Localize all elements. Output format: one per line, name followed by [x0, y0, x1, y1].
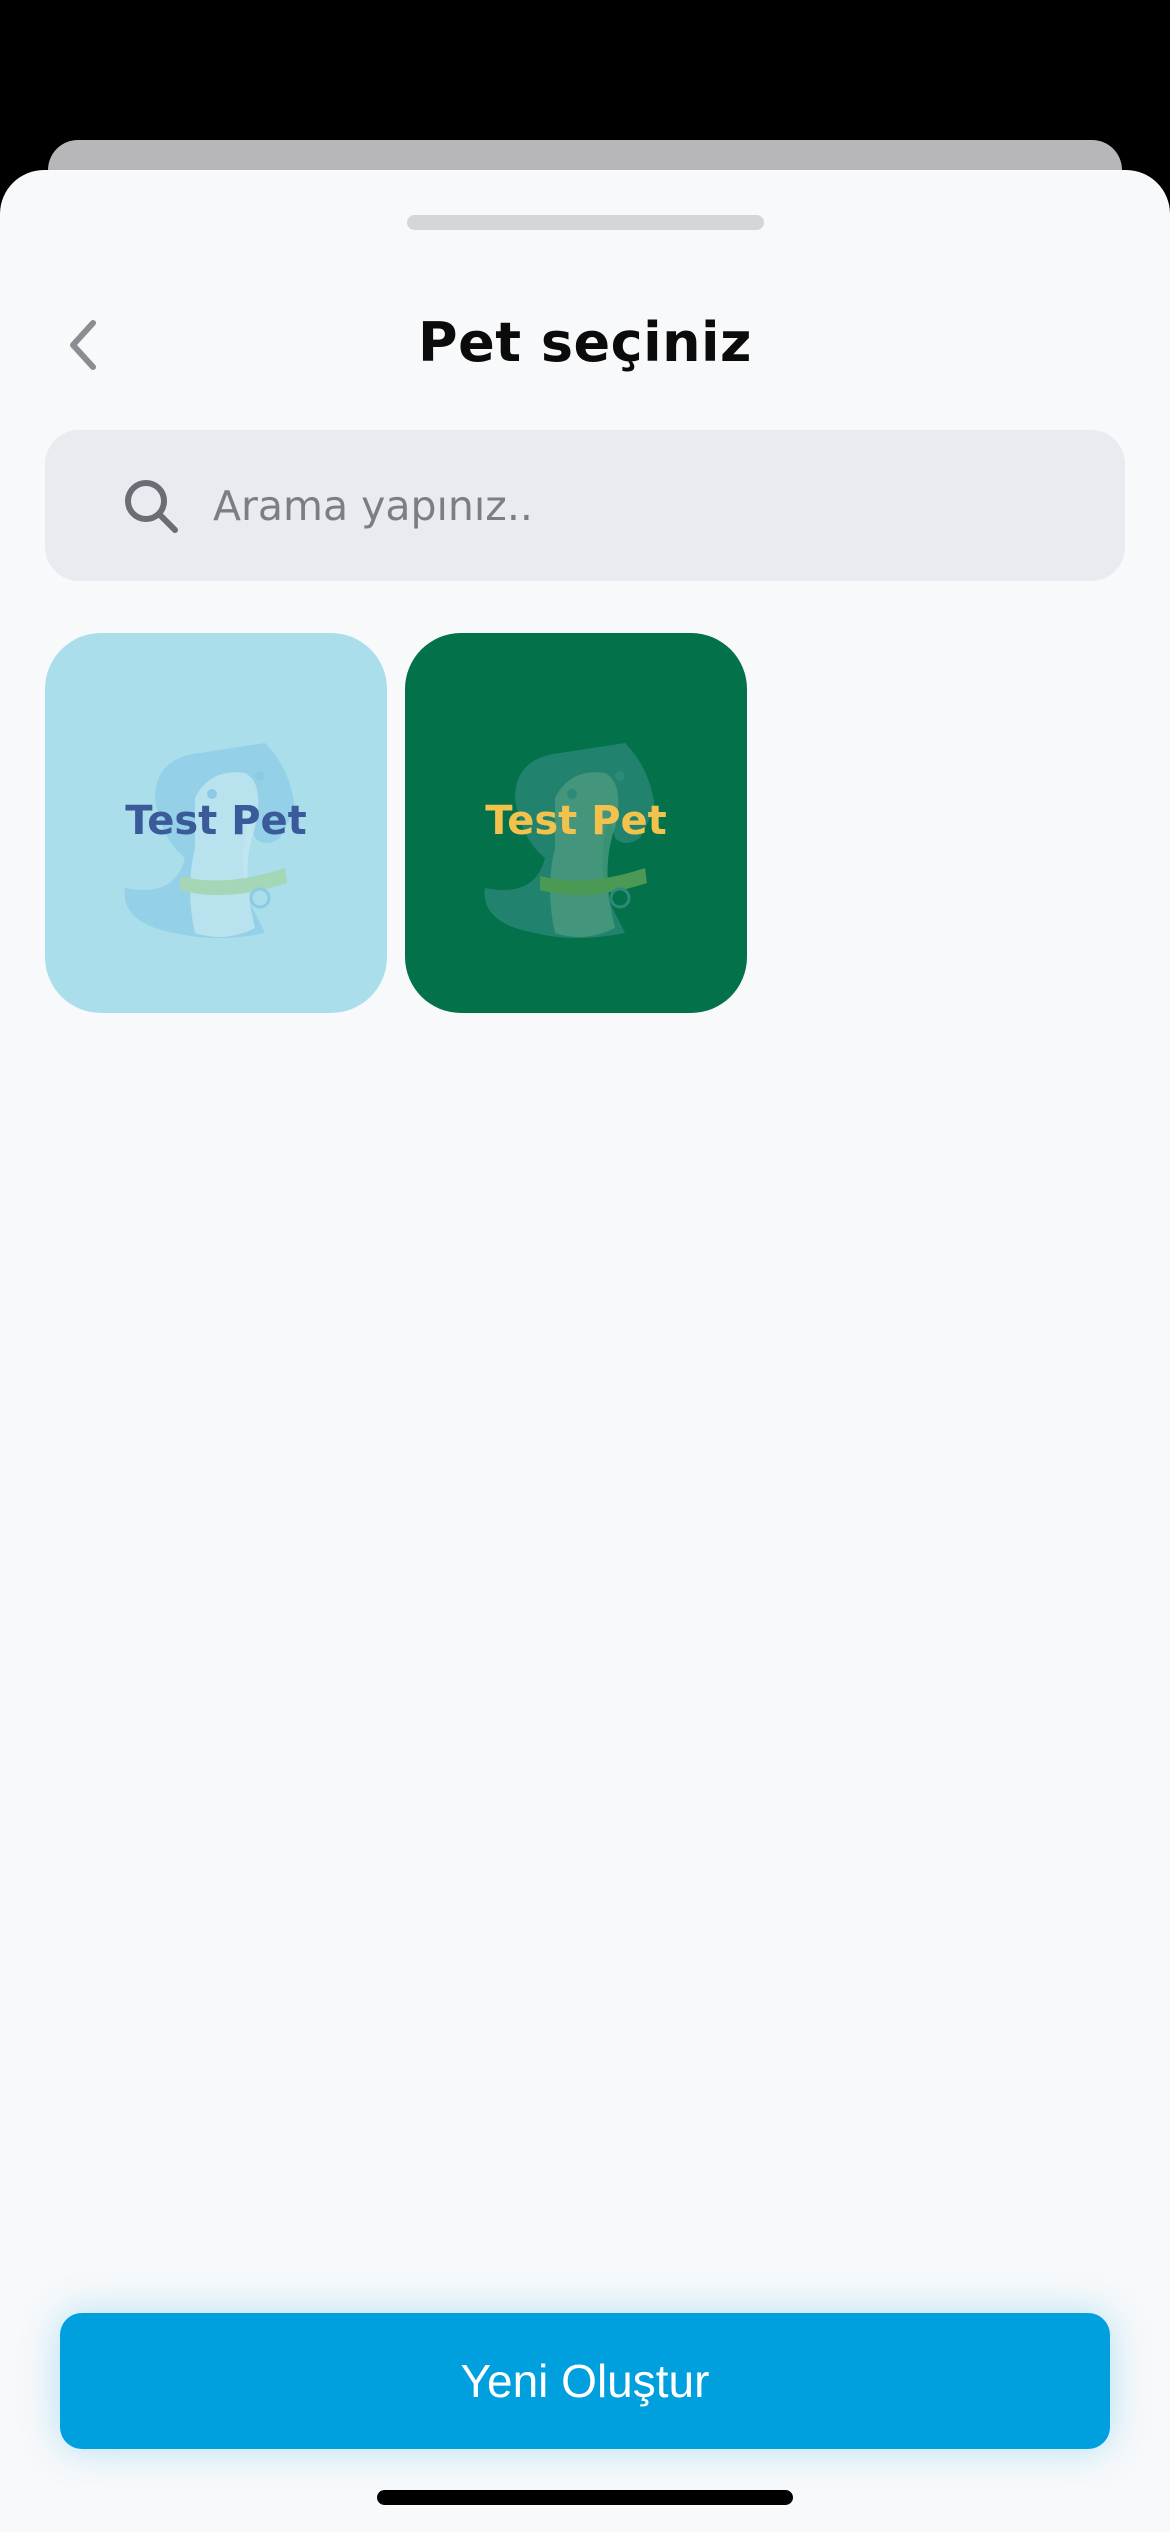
pet-grid: Test Pet Test Pet	[45, 633, 1125, 1013]
screen: Pet seçiniz Test Pet	[0, 0, 1170, 2532]
create-new-button[interactable]: Yeni Oluştur	[60, 2313, 1110, 2449]
search-input[interactable]	[213, 430, 1073, 581]
pet-card[interactable]: Test Pet	[45, 633, 387, 1013]
page-title: Pet seçiniz	[418, 311, 752, 374]
home-indicator	[377, 2490, 793, 2505]
sheet-grabber[interactable]	[407, 215, 764, 230]
search-icon	[125, 480, 178, 533]
search-bar[interactable]	[45, 430, 1125, 581]
pet-card[interactable]: Test Pet	[405, 633, 747, 1013]
pet-name: Test Pet	[485, 798, 667, 844]
pet-name: Test Pet	[125, 798, 307, 844]
pet-select-sheet: Pet seçiniz Test Pet	[0, 170, 1170, 2532]
